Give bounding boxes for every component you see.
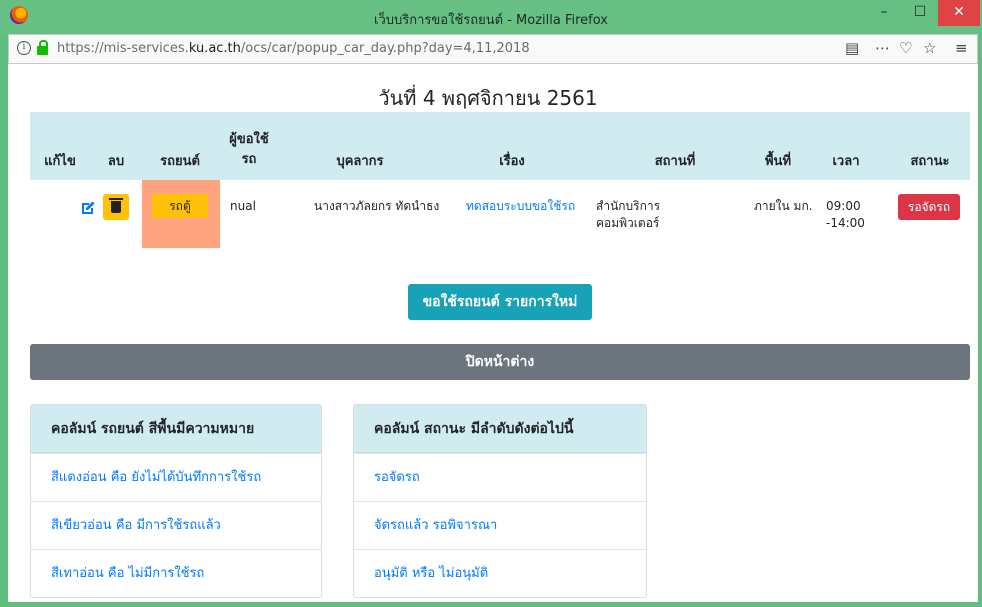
list-item[interactable]: อนุมัติ หรือ ไม่อนุมัติ bbox=[354, 549, 646, 597]
list-item[interactable]: สีเขียวอ่อน คือ มีการใช้รถแล้ว bbox=[31, 501, 321, 549]
new-request-button[interactable]: ขอใช้รถยนต์ รายการใหม่ bbox=[408, 284, 592, 320]
car-cell: รถตู้ bbox=[142, 180, 220, 248]
list-item[interactable]: รอจัดรถ bbox=[354, 453, 646, 501]
car-legend-title: คอลัมน์ รถยนต์ สีพื้นมีความหมาย bbox=[31, 405, 321, 453]
status-legend-title: คอลัมน์ สถานะ มีลำดับดังต่อไปนี้ bbox=[354, 405, 646, 453]
bookmark-star-icon[interactable]: ☆ bbox=[923, 39, 936, 57]
header-area: พื้นที่ bbox=[764, 154, 792, 169]
page-title: วันที่ 4 พฤศจิกายน 2561 bbox=[378, 86, 598, 110]
list-item[interactable]: สีแดงอ่อน คือ ยังไม่ได้บันทึกการใช้รถ bbox=[31, 453, 321, 501]
list-item[interactable]: สีเทาอ่อน คือ ไม่มีการใช้รถ bbox=[31, 549, 321, 597]
requester-cell: nual bbox=[230, 199, 256, 213]
reader-view-icon[interactable]: ▤ bbox=[845, 39, 859, 57]
maximize-button[interactable]: ☐ bbox=[902, 0, 938, 26]
edit-icon[interactable] bbox=[80, 200, 96, 216]
person-cell: นางสาวภัลยกร ทัดนำธง bbox=[314, 199, 440, 213]
info-icon[interactable]: i bbox=[17, 41, 31, 55]
header-delete: ลบ bbox=[107, 154, 125, 169]
url-text[interactable]: https://mis-services.ku.ac.th/ocs/car/po… bbox=[57, 41, 530, 56]
minimize-button[interactable]: – bbox=[866, 0, 902, 26]
car-legend-card: คอลัมน์ รถยนต์ สีพื้นมีความหมาย สีแดงอ่อ… bbox=[30, 404, 322, 598]
trash-icon bbox=[109, 198, 123, 213]
list-item[interactable]: จัดรถแล้ว รอพิจารณา bbox=[354, 501, 646, 549]
header-place: สถานที่ bbox=[654, 154, 696, 169]
status-legend-card: คอลัมน์ สถานะ มีลำดับดังต่อไปนี้ รอจัดรถ… bbox=[353, 404, 647, 598]
close-button[interactable]: ✕ bbox=[938, 0, 980, 26]
window-title: เว็บบริการขอใช้รถยนต์ - Mozilla Firefox bbox=[374, 13, 608, 28]
status-badge[interactable]: รอจัดรถ bbox=[898, 194, 960, 220]
hamburger-menu-icon[interactable]: ≡ bbox=[955, 39, 968, 57]
pocket-icon[interactable]: ♡ bbox=[899, 39, 912, 57]
url-path: /ocs/car/popup_car_day.php?day=4,11,2018 bbox=[240, 41, 530, 56]
lock-icon[interactable] bbox=[37, 40, 48, 55]
header-person: บุคลากร bbox=[336, 154, 384, 169]
time-cell: 09:00 -14:00 bbox=[826, 199, 865, 230]
url-domain: ku.ac.th bbox=[188, 41, 241, 56]
url-prefix: https://mis-services. bbox=[57, 41, 189, 56]
header-time: เวลา bbox=[832, 154, 860, 169]
page-content: วันที่ 4 พฤศจิกายน 2561 แก้ไข ลบ รถยนต์ … bbox=[8, 64, 978, 602]
delete-button[interactable] bbox=[103, 194, 129, 220]
header-status: สถานะ bbox=[910, 154, 950, 169]
window-titlebar: เว็บบริการขอใช้รถยนต์ - Mozilla Firefox … bbox=[0, 0, 982, 34]
place-cell: สำนักบริการคอมพิวเตอร์ bbox=[596, 199, 661, 230]
table-header: แก้ไข ลบ รถยนต์ ผู้ขอใช้รถ บุคลากร เรื่อ… bbox=[30, 112, 970, 180]
header-car: รถยนต์ bbox=[160, 154, 200, 169]
address-bar[interactable]: i https://mis-services.ku.ac.th/ocs/car/… bbox=[8, 34, 978, 64]
page-actions-icon[interactable]: ⋯ bbox=[875, 39, 890, 57]
car-button[interactable]: รถตู้ bbox=[152, 194, 208, 218]
subject-link[interactable]: ทดสอบระบบขอใช้รถ bbox=[466, 198, 584, 215]
header-requester: ผู้ขอใช้รถ bbox=[229, 132, 269, 167]
area-cell: ภายใน มก. bbox=[754, 199, 813, 213]
header-subject: เรื่อง bbox=[499, 154, 525, 169]
header-edit: แก้ไข bbox=[44, 154, 76, 169]
table-row: รถตู้ nual นางสาวภัลยกร ทัดนำธง ทดสอบระบ… bbox=[30, 180, 970, 248]
close-window-button[interactable]: ปิดหน้าต่าง bbox=[30, 344, 970, 380]
